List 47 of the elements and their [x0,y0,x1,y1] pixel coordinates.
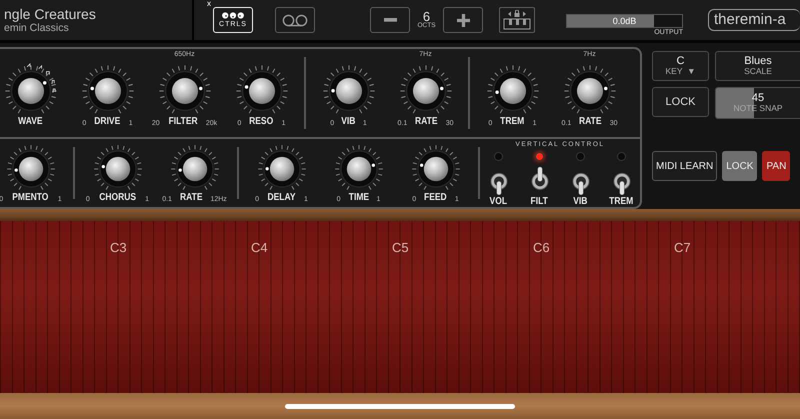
knobs-icon [221,12,245,19]
switch-label: FILT [530,196,548,207]
preset-title: ngle Creatures [4,6,97,22]
increase-octaves-button[interactable] [443,7,483,33]
octave-note-label: C4 [251,240,268,255]
switch-label: VIB [573,196,588,207]
octave-note-label: C5 [392,240,409,255]
knob-label: TREM [500,116,525,127]
home-indicator[interactable] [285,404,515,408]
octave-note-label: C7 [674,240,691,255]
close-mark[interactable]: x [207,0,211,8]
keyboard-lock-button[interactable] [499,7,535,33]
tape-icon [282,14,308,26]
knob-label: RATE [180,192,202,203]
knob-label: VIB [341,116,356,127]
knob-label: RESO [249,116,274,127]
preset-bank: emin Classics [4,22,70,34]
knob-label: DRIVE [94,116,120,127]
key-dropdown[interactable]: C KEY ▼ [652,51,709,81]
octave-note-label: C6 [533,240,550,255]
tape-button[interactable] [275,7,315,33]
octave-note-label: C3 [110,240,127,255]
switch-label: TREM [609,196,634,207]
knob-label: WAVE [18,116,43,127]
switch-label: VOL [490,196,508,207]
toggle-button[interactable]: PAN [762,151,790,181]
pitch-keyboard[interactable]: C3 C4 C5 C6 C7 [0,221,800,393]
lock-button[interactable]: LOCK [652,87,709,117]
knob-label: CHORUS [99,192,136,203]
octave-count: 6 [422,10,430,24]
knob-label: TIME [348,192,369,203]
knob-label: RATE [415,116,438,127]
toggle-button[interactable]: MIDI LEARN [652,151,718,181]
knob-label: FEED [424,192,447,203]
output-reading: 0.0dB [612,16,636,26]
knob-label: FILTER [168,116,198,127]
scale-dropdown[interactable]: Blues SCALE [715,51,800,81]
keyboard-lock-icon [502,10,532,30]
app-logo: theremin-a [708,9,800,31]
note-snap-value: 45 [752,92,764,104]
knob-label: DELAY [267,192,296,203]
toggle-button[interactable]: LOCK [722,151,758,181]
knob-label: PMENTO [12,192,49,203]
decrease-octaves-button[interactable] [370,7,410,33]
plus-icon [456,14,470,26]
minus-icon [384,18,396,22]
knob-label: RATE [579,116,602,127]
